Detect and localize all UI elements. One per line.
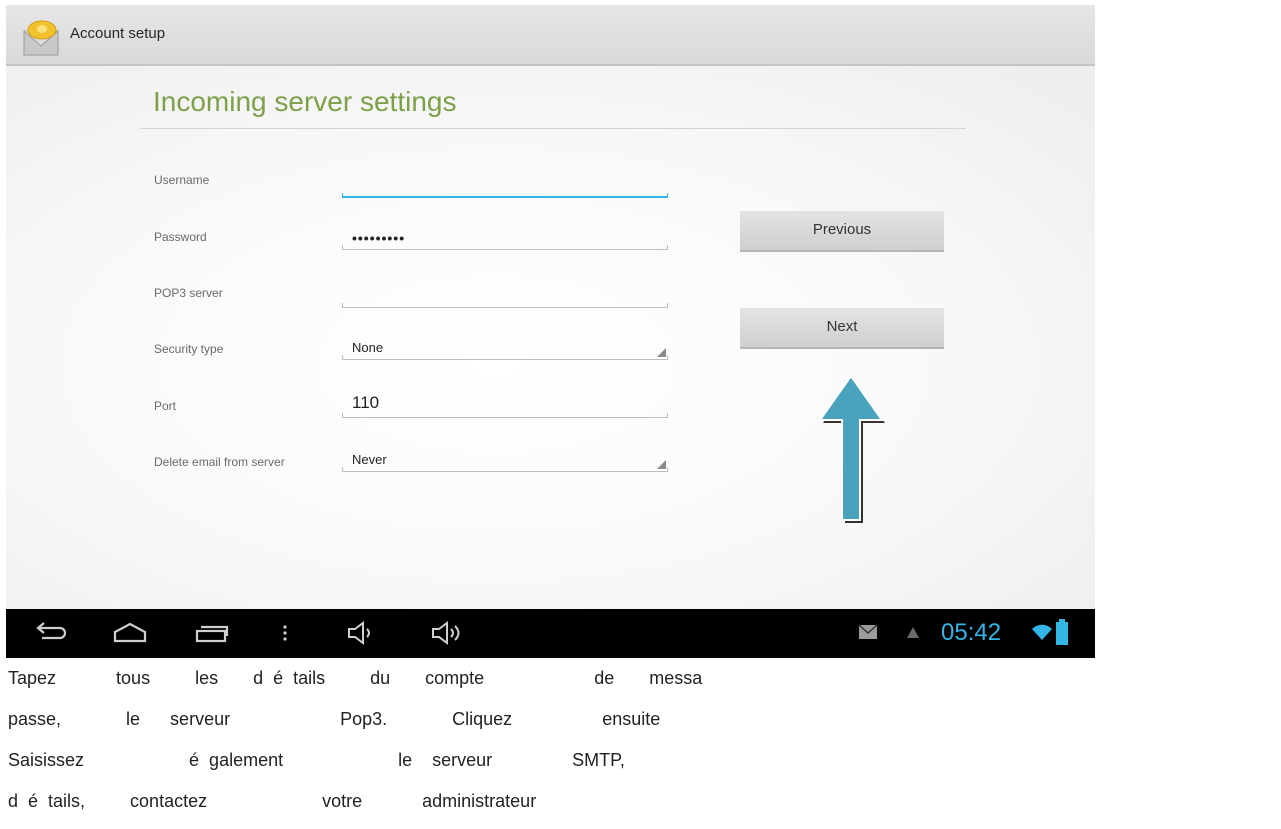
pop3-server-input[interactable] <box>342 286 668 308</box>
port-value: 110 <box>352 393 380 412</box>
pop3-server-label: POP3 server <box>154 286 223 300</box>
battery-icon <box>1056 619 1068 645</box>
menu-overflow-icon[interactable] <box>280 621 290 645</box>
security-type-spinner[interactable]: None <box>342 338 668 360</box>
security-type-value: None <box>352 340 384 355</box>
arrow-up-icon <box>818 374 885 523</box>
section-title: Incoming server settings <box>153 86 457 117</box>
volume-up-icon[interactable] <box>430 621 466 645</box>
password-value: ••••••••• <box>352 230 406 246</box>
next-button[interactable]: Next <box>740 308 944 349</box>
wifi-icon <box>1032 624 1052 640</box>
delete-email-spinner[interactable]: Never <box>342 450 668 472</box>
username-input[interactable] <box>342 176 668 198</box>
caption-line: passe, le serveur Pop3. Cliquez ensuite <box>8 709 661 729</box>
password-label: Password <box>154 230 207 244</box>
security-type-label: Security type <box>154 342 224 356</box>
home-icon[interactable] <box>112 621 148 645</box>
caption-line: d é tails, contactez votre administrateu… <box>8 791 537 811</box>
tablet-screenshot: Account setup Incoming server settings U… <box>6 5 1095 658</box>
delete-email-label: Delete email from server <box>154 455 285 469</box>
password-input[interactable]: ••••••••• <box>342 228 668 250</box>
back-icon[interactable] <box>34 621 68 645</box>
warning-notification-icon[interactable] <box>906 626 920 639</box>
caption-line: Tapez tous les d é tails du compte de me… <box>8 668 703 688</box>
spinner-triangle-icon <box>657 348 666 357</box>
email-envelope-icon[interactable] <box>22 19 62 57</box>
username-label: Username <box>154 173 210 187</box>
volume-down-icon[interactable] <box>346 621 378 645</box>
settings-content: Incoming server settings Username Passwo… <box>6 66 1095 609</box>
delete-email-value: Never <box>352 452 387 467</box>
email-notification-icon[interactable] <box>858 624 878 640</box>
caption-line: Saisissez é galement le serveur SMTP, <box>8 750 625 770</box>
app-title: Account setup <box>70 25 166 42</box>
recent-apps-icon[interactable] <box>194 621 230 645</box>
section-divider <box>140 128 966 129</box>
spinner-triangle-icon <box>657 460 666 469</box>
port-input[interactable]: 110 <box>342 393 668 418</box>
status-clock[interactable]: 05:42 <box>941 619 1001 647</box>
action-bar: Account setup <box>6 5 1095 66</box>
system-navigation-bar: 05:42 <box>6 609 1095 658</box>
previous-button[interactable]: Previous <box>740 211 944 252</box>
port-label: Port <box>154 399 177 413</box>
